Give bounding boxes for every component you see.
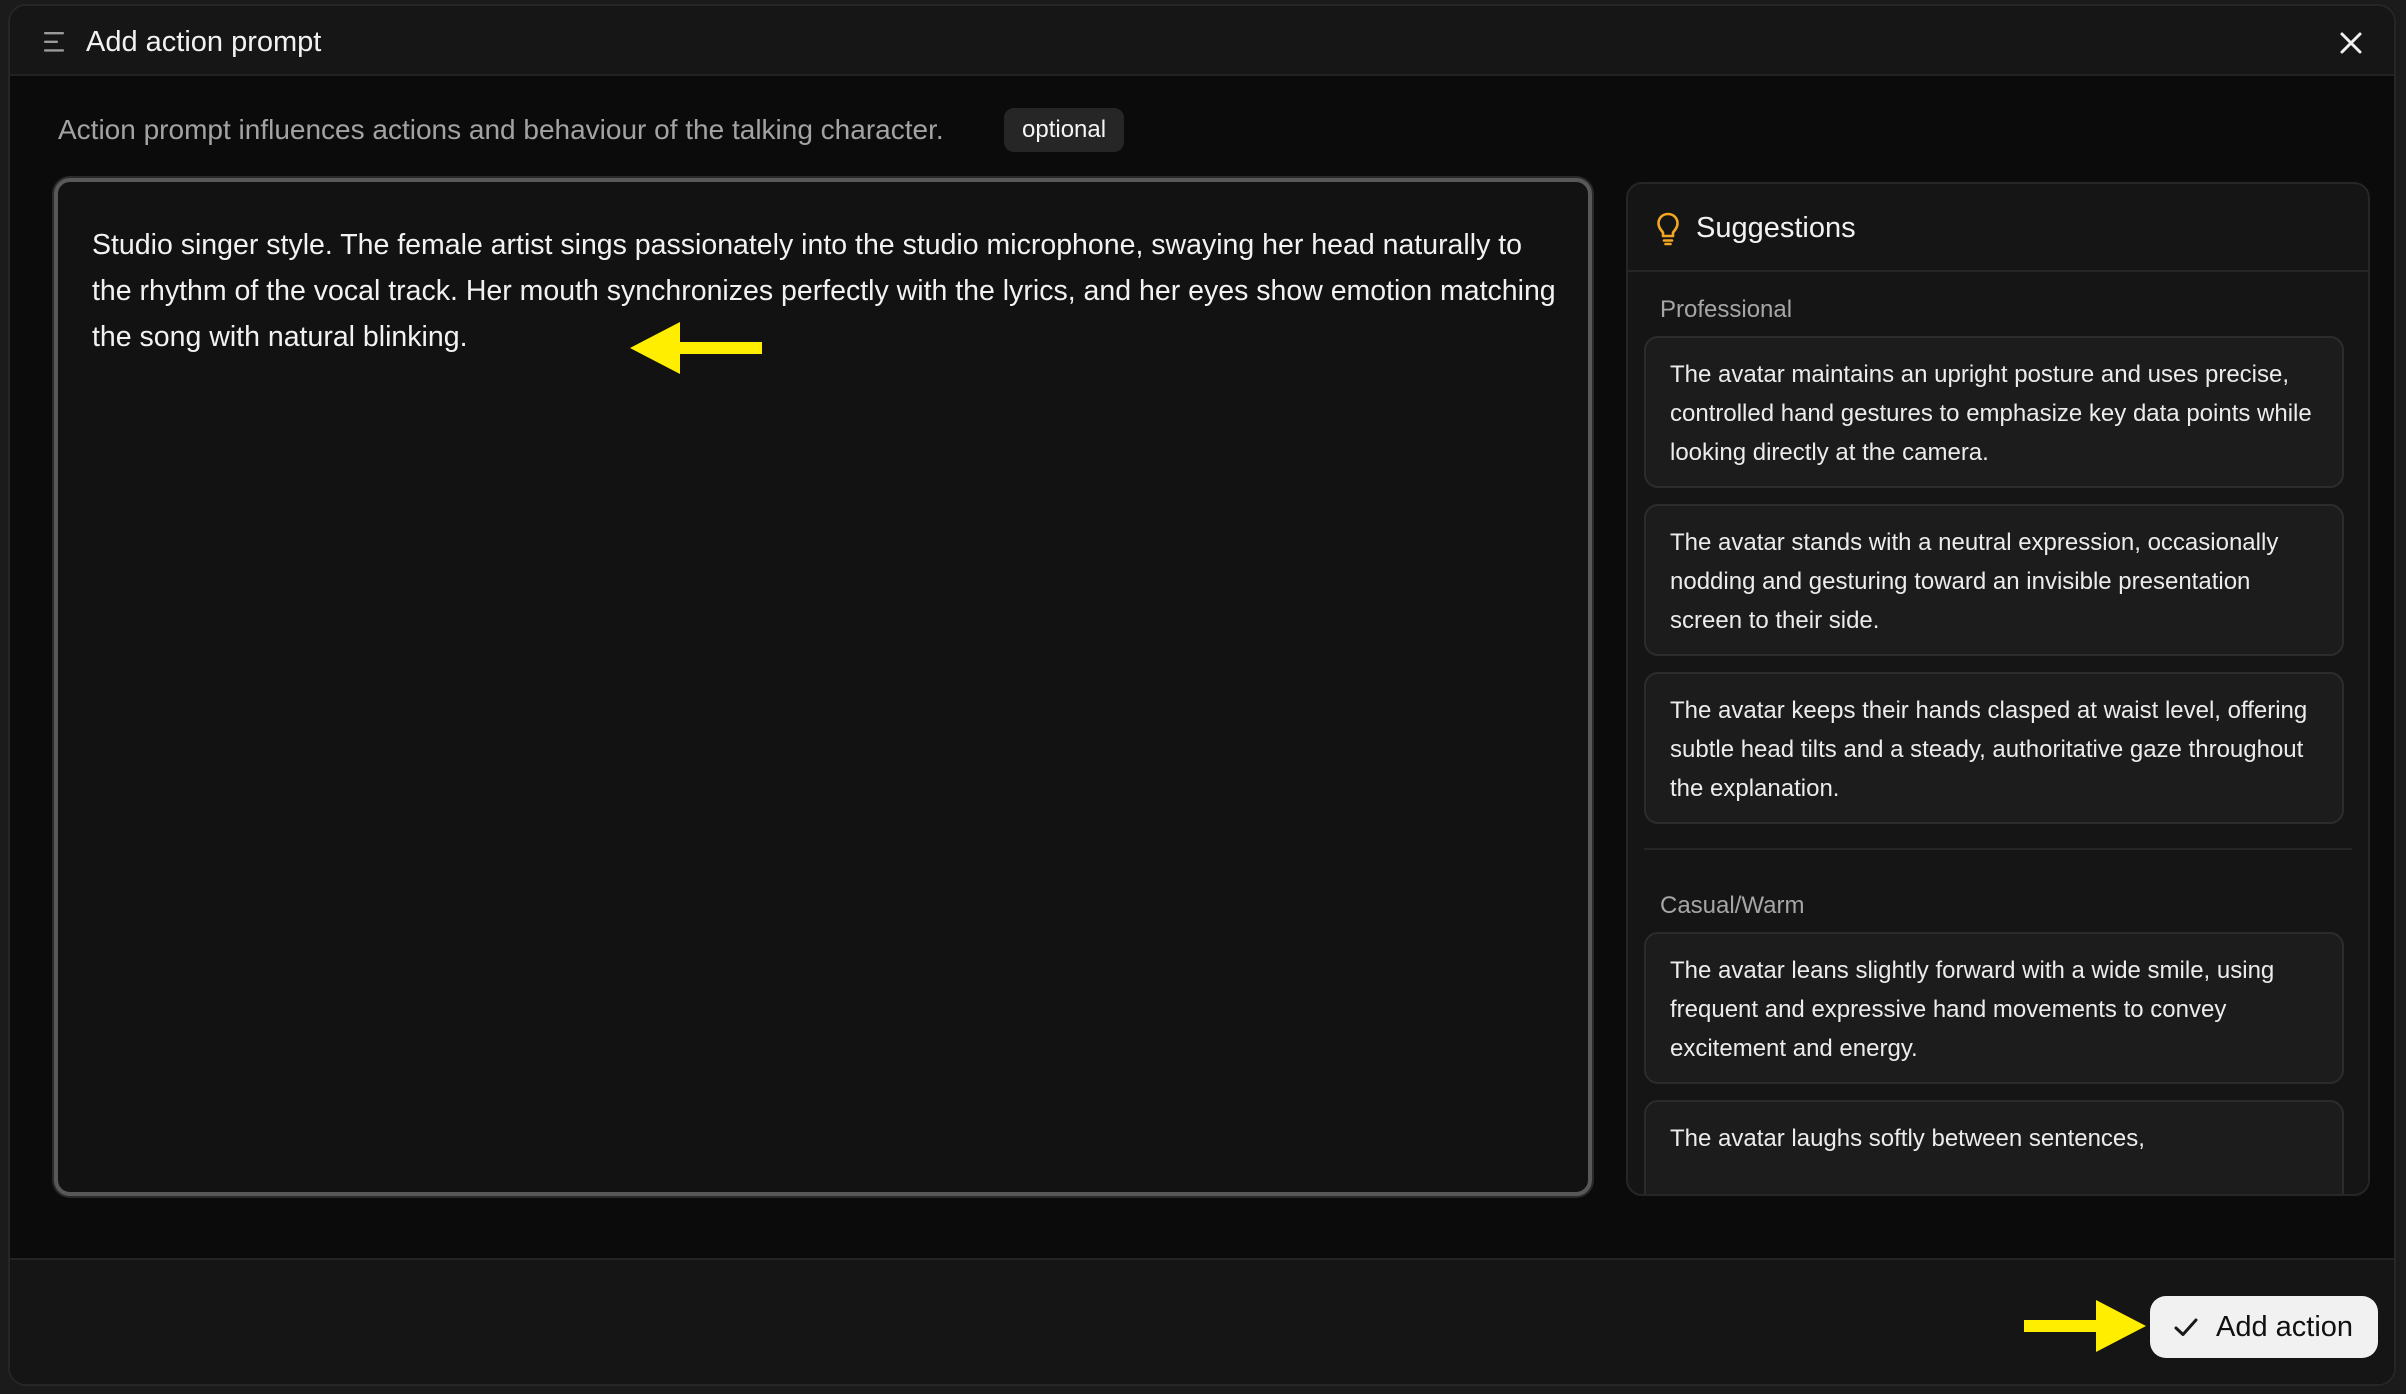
suggestion-card[interactable]: The avatar stands with a neutral express… [1644,504,2344,656]
check-icon [2174,1318,2198,1336]
suggestion-card[interactable]: The avatar laughs softly between sentenc… [1644,1100,2344,1194]
add-action-label: Add action [2216,1310,2354,1343]
modal-title: Add action prompt [86,26,322,58]
suggestions-panel: Suggestions Professional The avatar main… [1626,182,2370,1196]
action-prompt-text[interactable]: Studio singer style. The female artist s… [92,222,1562,360]
annotation-arrow-right [2024,1300,2146,1352]
lightbulb-icon [1657,212,1679,246]
suggestions-header: Suggestions [1628,184,2368,272]
action-prompt-textarea[interactable]: Studio singer style. The female artist s… [54,178,1592,1196]
suggestion-card[interactable]: The avatar maintains an upright posture … [1644,336,2344,488]
prompt-description: Action prompt influences actions and beh… [58,114,944,145]
group-label-professional: Professional [1660,296,1793,323]
suggestions-list[interactable]: Professional The avatar maintains an upr… [1628,272,2368,1194]
close-icon[interactable] [2338,30,2364,56]
suggestion-card[interactable]: The avatar leans slightly forward with a… [1644,932,2344,1084]
suggestion-text: The avatar laughs softly between sentenc… [1670,1125,2145,1152]
suggestion-card[interactable]: The avatar keeps their hands clasped at … [1644,672,2344,824]
modal-footer: Add action [10,1258,2394,1384]
annotation-arrow-left [630,322,762,374]
group-label-casual-warm: Casual/Warm [1660,892,1805,919]
suggestion-text: The avatar maintains an upright posture … [1670,361,2312,466]
group-divider [1644,848,2352,850]
suggestion-text: The avatar stands with a neutral express… [1670,529,2279,634]
suggestion-text: The avatar keeps their hands clasped at … [1670,697,2308,802]
action-prompt-modal: Add action prompt Action prompt influenc… [8,4,2396,1386]
add-action-button[interactable]: Add action [2150,1296,2378,1358]
modal-header: Add action prompt [10,6,2394,76]
optional-badge: optional [1004,108,1125,152]
suggestions-title: Suggestions [1696,212,1856,244]
menu-icon[interactable] [44,32,70,52]
suggestion-text: The avatar leans slightly forward with a… [1670,957,2275,1062]
